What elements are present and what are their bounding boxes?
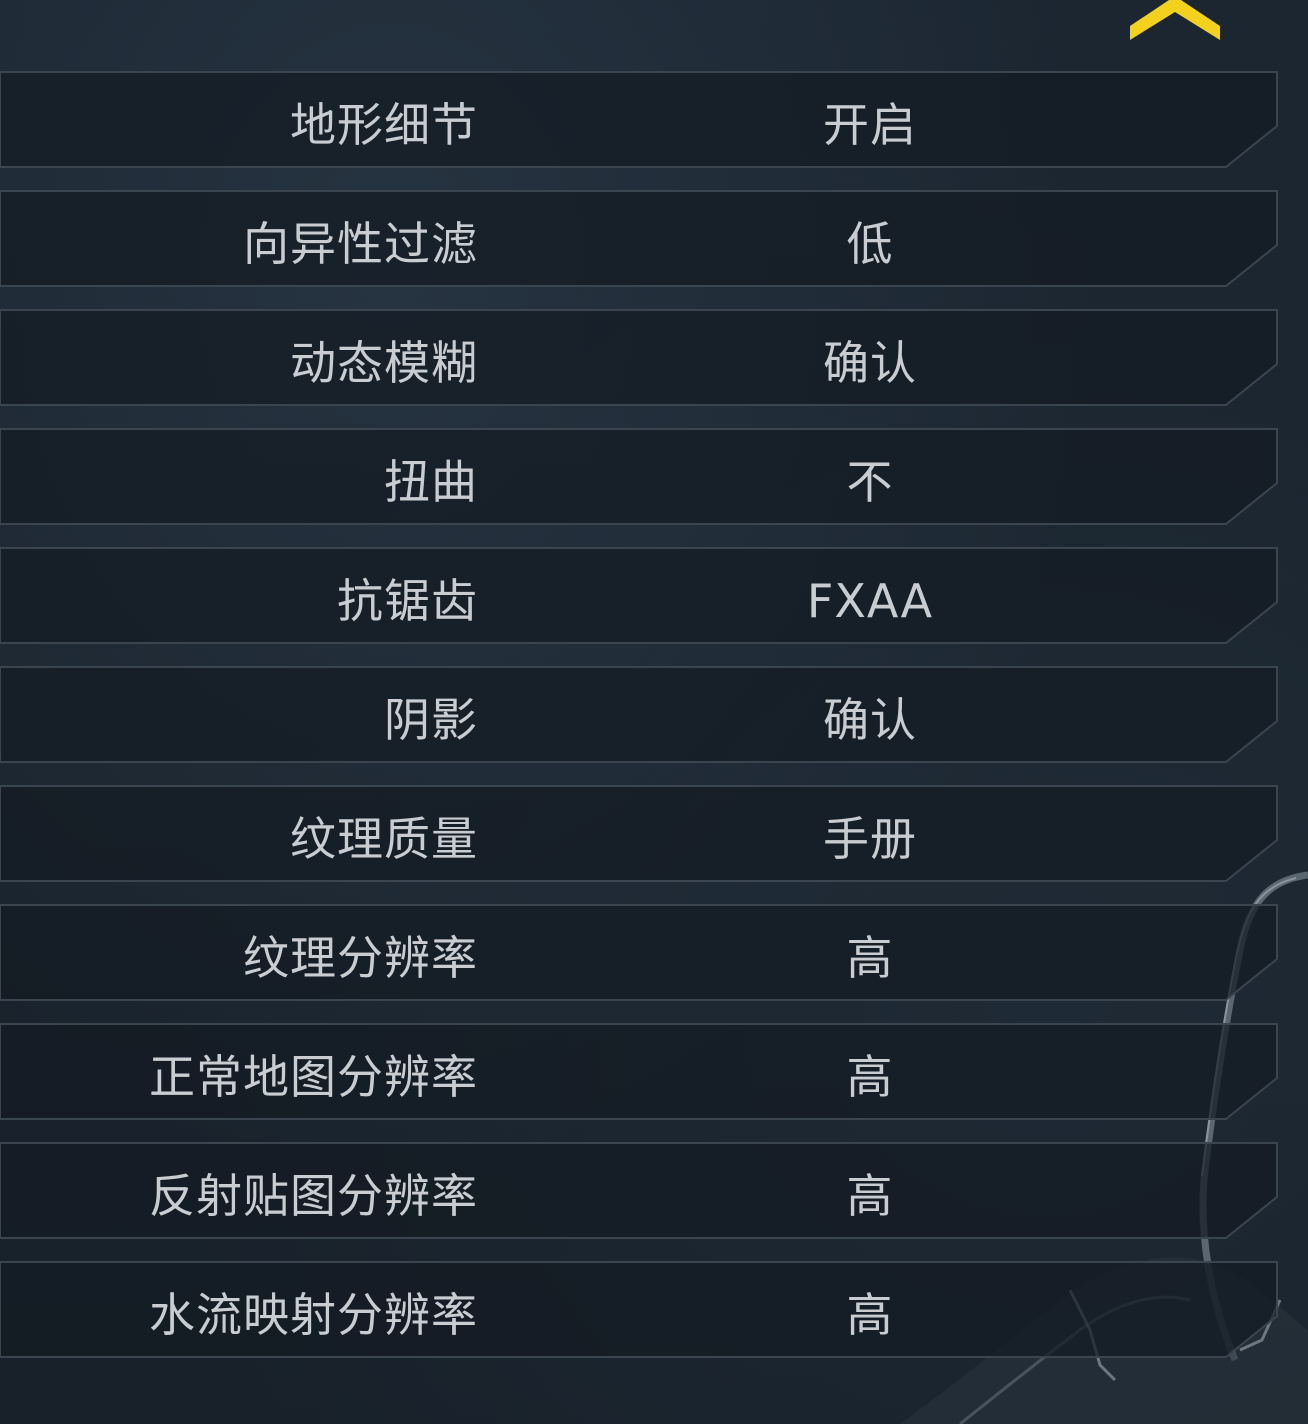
graphics-settings-list: 地形细节 开启 向异性过滤 低 动态模糊 确认 扭曲 不 抗锯齿 FXAA 阴影 xyxy=(0,71,1280,1380)
chevron-up-icon xyxy=(1130,0,1220,40)
setting-value[interactable]: 高 xyxy=(720,932,1020,984)
setting-label: 反射贴图分辨率 xyxy=(149,1169,478,1223)
setting-value[interactable]: 高 xyxy=(720,1170,1020,1222)
setting-label: 向异性过滤 xyxy=(243,217,478,271)
setting-label: 正常地图分辨率 xyxy=(149,1050,478,1104)
setting-value[interactable]: 确认 xyxy=(720,337,1020,389)
setting-label: 抗锯齿 xyxy=(337,574,478,628)
collapse-button[interactable] xyxy=(1126,0,1224,48)
setting-row-normal-map-resolution[interactable]: 正常地图分辨率 高 xyxy=(0,1023,1280,1120)
setting-value[interactable]: 不 xyxy=(720,456,1020,508)
setting-row-texture-quality[interactable]: 纹理质量 手册 xyxy=(0,785,1280,882)
setting-label: 纹理分辨率 xyxy=(243,931,478,985)
setting-label: 水流映射分辨率 xyxy=(149,1288,478,1342)
setting-label: 地形细节 xyxy=(290,98,478,152)
setting-label: 动态模糊 xyxy=(290,336,478,390)
setting-label: 阴影 xyxy=(384,693,478,747)
setting-value[interactable]: 高 xyxy=(720,1289,1020,1341)
setting-row-terrain-detail[interactable]: 地形细节 开启 xyxy=(0,71,1280,168)
setting-value[interactable]: 确认 xyxy=(720,694,1020,746)
setting-row-flow-map-resolution[interactable]: 水流映射分辨率 高 xyxy=(0,1261,1280,1358)
setting-value[interactable]: 手册 xyxy=(720,813,1020,865)
setting-value[interactable]: 开启 xyxy=(720,99,1020,151)
setting-row-motion-blur[interactable]: 动态模糊 确认 xyxy=(0,309,1280,406)
setting-value[interactable]: FXAA xyxy=(720,575,1020,627)
setting-value[interactable]: 高 xyxy=(720,1051,1020,1103)
setting-row-anti-aliasing[interactable]: 抗锯齿 FXAA xyxy=(0,547,1280,644)
setting-label: 扭曲 xyxy=(384,455,478,509)
setting-row-anisotropic-filtering[interactable]: 向异性过滤 低 xyxy=(0,190,1280,287)
setting-value[interactable]: 低 xyxy=(720,218,1020,270)
setting-row-texture-resolution[interactable]: 纹理分辨率 高 xyxy=(0,904,1280,1001)
setting-row-shadows[interactable]: 阴影 确认 xyxy=(0,666,1280,763)
setting-row-reflection-map-resolution[interactable]: 反射贴图分辨率 高 xyxy=(0,1142,1280,1239)
setting-row-distortion[interactable]: 扭曲 不 xyxy=(0,428,1280,525)
setting-label: 纹理质量 xyxy=(290,812,478,866)
